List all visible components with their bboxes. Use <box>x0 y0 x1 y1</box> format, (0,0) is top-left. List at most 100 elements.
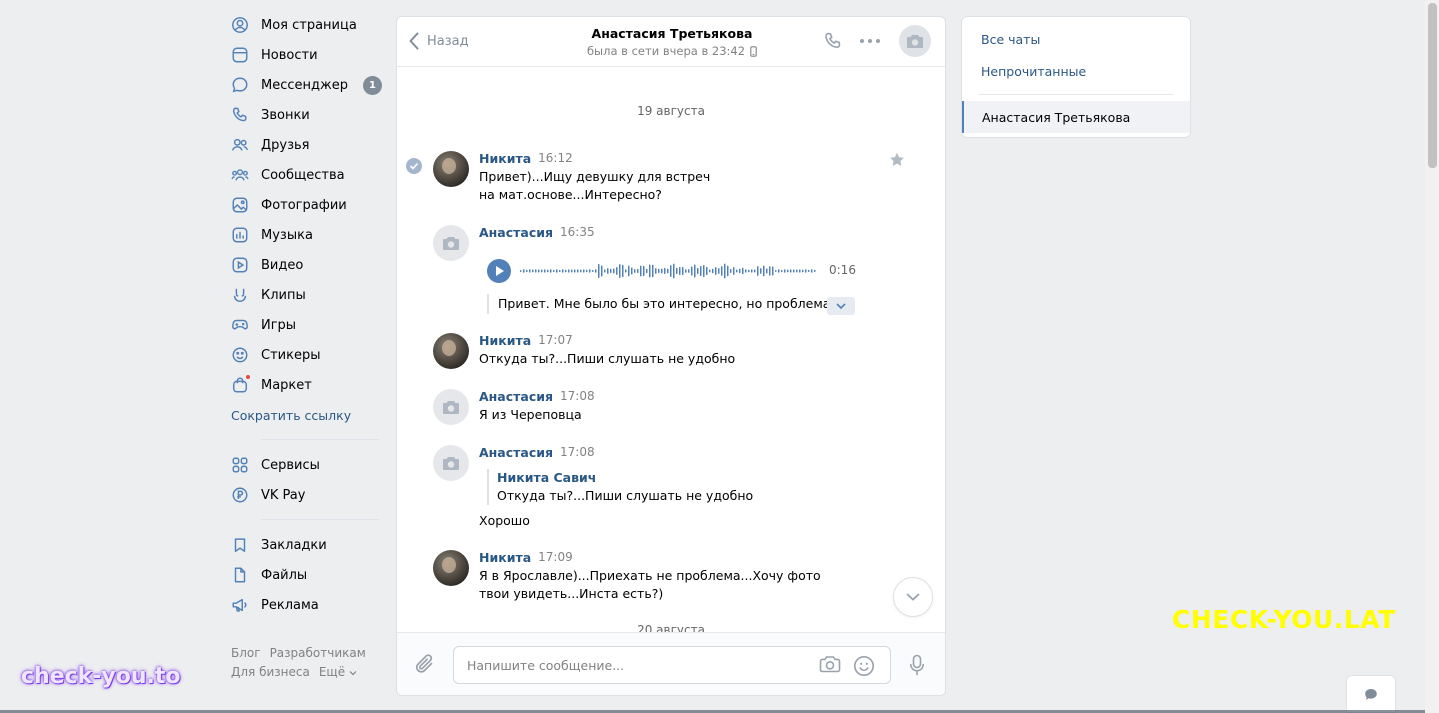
waveform-bar <box>649 264 651 278</box>
nav-item-label: Звонки <box>261 107 310 123</box>
waveform-bar <box>730 268 732 274</box>
waveform-bar <box>637 268 639 274</box>
nav-divider <box>261 439 379 440</box>
call-icon[interactable] <box>823 31 843 51</box>
message-composer <box>397 632 945 695</box>
message-author[interactable]: Никита <box>479 550 531 565</box>
waveform-bar <box>682 266 684 276</box>
avatar[interactable] <box>433 225 469 261</box>
active-chat-item[interactable]: Анастасия Третьякова <box>962 101 1190 133</box>
avatar[interactable] <box>433 550 469 586</box>
message-time[interactable]: 16:12 <box>538 151 573 166</box>
expand-transcript-button[interactable] <box>827 297 855 315</box>
waveform-bar <box>706 266 708 276</box>
nav-item-services[interactable]: Сервисы <box>221 450 391 480</box>
message-author[interactable]: Анастасия <box>479 225 553 240</box>
nav-item-label: Новости <box>261 47 318 63</box>
waveform-bar <box>655 268 657 274</box>
message-history[interactable]: 19 августа Никита 16:12 Привет)...Ищу де… <box>397 68 945 632</box>
waveform-bar <box>700 265 702 277</box>
message-author[interactable]: Анастасия <box>479 389 553 404</box>
nav-item-video[interactable]: Видео <box>221 250 391 280</box>
nav-item-label: Закладки <box>261 537 327 553</box>
smile-icon <box>231 346 249 364</box>
message-author[interactable]: Никита <box>479 151 531 166</box>
waveform-bar <box>565 269 567 273</box>
voice-waveform[interactable] <box>519 261 817 281</box>
waveform-bar <box>733 267 735 275</box>
photos-icon <box>231 196 249 214</box>
message-meta: Анастасия 17:08 <box>479 389 595 404</box>
peer-avatar[interactable] <box>899 25 931 57</box>
footer-more-link[interactable]: Ещё <box>319 665 357 679</box>
waveform-bar <box>796 269 798 273</box>
emoji-icon[interactable] <box>853 655 875 677</box>
message-text: Привет)...Ищу девушку для встреч на мат.… <box>479 169 711 202</box>
peer-info[interactable]: Анастасия Третьякова была в сети вчера в… <box>547 26 797 58</box>
all-chats-link[interactable]: Все чаты <box>981 32 1040 47</box>
more-icon[interactable] <box>859 37 881 45</box>
message-meta: Никита 17:09 <box>479 550 573 565</box>
waveform-bar <box>538 269 540 273</box>
nav-item-clips[interactable]: Клипы <box>221 280 391 310</box>
unread-chats-link[interactable]: Непрочитанные <box>981 64 1086 79</box>
reply-quote[interactable]: Никита Савич Откуда ты?...Пиши слушать н… <box>487 469 847 505</box>
quick-chat-button[interactable] <box>1346 675 1396 713</box>
nav-item-photos[interactable]: Фотографии <box>221 190 391 220</box>
waveform-bar <box>532 269 534 273</box>
avatar[interactable] <box>433 389 469 425</box>
waveform-bar <box>625 269 627 273</box>
voice-transcript: Привет. Мне было бы это интересно, но пр… <box>487 294 847 314</box>
waveform-bar <box>694 264 696 278</box>
nav-item-news[interactable]: Новости <box>221 40 391 70</box>
waveform-bar <box>667 268 669 274</box>
nav-item-music[interactable]: Музыка <box>221 220 391 250</box>
page-scrollbar[interactable] <box>1425 0 1439 713</box>
nav-item-calls[interactable]: Звонки <box>221 100 391 130</box>
message-author[interactable]: Анастасия <box>479 445 553 460</box>
waveform-bar <box>709 269 711 273</box>
microphone-icon[interactable] <box>909 654 925 676</box>
play-button[interactable] <box>487 259 511 283</box>
peer-name: Анастасия Третьякова <box>591 26 753 41</box>
scrollbar-thumb[interactable] <box>1428 3 1437 168</box>
chat-bubble-icon <box>1365 688 1377 700</box>
shorten-link[interactable]: Сократить ссылку <box>221 400 391 430</box>
avatar[interactable] <box>433 151 469 187</box>
star-icon[interactable] <box>889 152 905 167</box>
nav-item-stickers[interactable]: Стикеры <box>221 340 391 370</box>
back-button[interactable]: Назад <box>409 32 469 50</box>
nav-item-games[interactable]: Игры <box>221 310 391 340</box>
nav-item-communities[interactable]: Сообщества <box>221 160 391 190</box>
waveform-bar <box>754 269 756 273</box>
message-time[interactable]: 17:07 <box>538 333 573 348</box>
waveform-bar <box>520 270 522 272</box>
nav-item-my-page[interactable]: Моя страница <box>221 10 391 40</box>
nav-item-messenger[interactable]: Мессенджер 1 <box>221 70 391 100</box>
message-time[interactable]: 17:09 <box>538 550 573 565</box>
nav-item-files[interactable]: Файлы <box>221 560 391 590</box>
avatar[interactable] <box>433 445 469 481</box>
nav-item-label: Игры <box>261 317 297 333</box>
waveform-bar <box>739 268 741 274</box>
waveform-bar <box>805 269 807 273</box>
message-time[interactable]: 17:08 <box>560 389 595 404</box>
footer-developers-link[interactable]: Разработчикам <box>270 646 366 660</box>
nav-item-bookmarks[interactable]: Закладки <box>221 530 391 560</box>
footer-business-link[interactable]: Для бизнеса <box>231 665 310 679</box>
paperclip-icon[interactable] <box>415 653 435 675</box>
nav-item-vkpay[interactable]: VK Pay <box>221 480 391 510</box>
footer-blog-link[interactable]: Блог <box>231 646 261 660</box>
nav-item-label: Сервисы <box>261 457 320 473</box>
avatar[interactable] <box>433 333 469 369</box>
waveform-bar <box>574 269 576 273</box>
scroll-to-bottom-button[interactable] <box>893 577 933 617</box>
quote-author[interactable]: Никита Савич <box>497 469 847 487</box>
nav-item-ads[interactable]: Реклама <box>221 590 391 620</box>
nav-item-market[interactable]: Маркет <box>221 370 391 400</box>
message-time[interactable]: 17:08 <box>560 445 595 460</box>
message-time[interactable]: 16:35 <box>560 225 595 240</box>
camera-icon[interactable] <box>819 655 841 673</box>
nav-item-friends[interactable]: Друзья <box>221 130 391 160</box>
message-author[interactable]: Никита <box>479 333 531 348</box>
